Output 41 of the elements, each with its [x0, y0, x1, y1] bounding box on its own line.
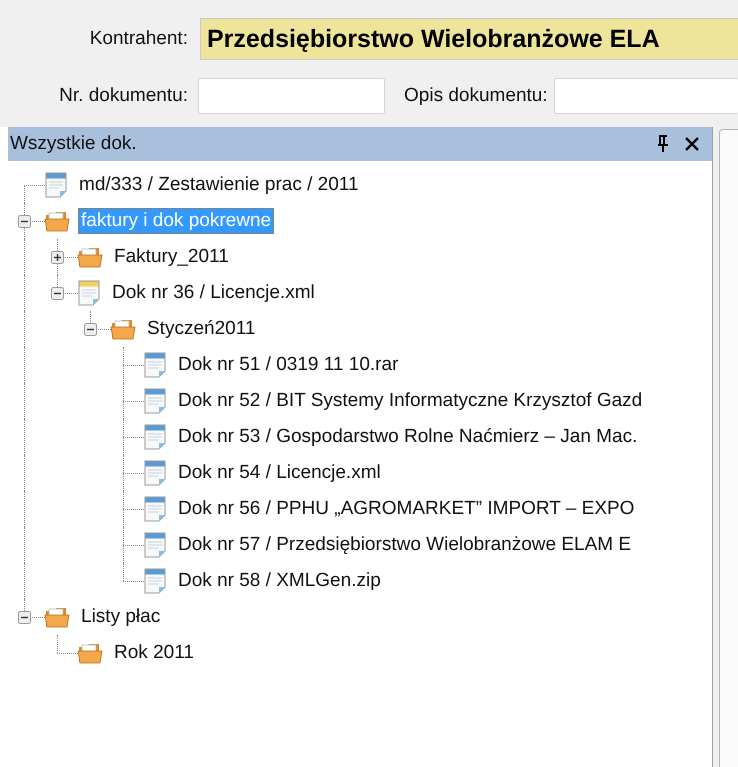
close-icon[interactable] — [684, 136, 700, 152]
document-number-label: Nr. dokumentu: — [58, 85, 188, 107]
document-description-field[interactable] — [554, 78, 738, 114]
expander-button[interactable] — [51, 251, 64, 264]
document-icon — [143, 532, 167, 558]
document-description-label: Opis dokumentu: — [404, 85, 548, 107]
document-icon — [143, 568, 167, 594]
contractor-label: Kontrahent: — [88, 28, 188, 50]
tree-item[interactable]: Dok nr 51 / 0319 11 10.rar — [175, 352, 402, 378]
contractor-field[interactable]: Przedsiębiorstwo Wielobranżowe ELA — [200, 18, 738, 60]
expander-button[interactable] — [18, 611, 31, 624]
tree-item[interactable]: Dok nr 57 / Przedsiębiorstwo Wielobranżowe ELAM E — [175, 532, 634, 558]
tree-item[interactable]: Listy płac — [78, 604, 164, 630]
document-icon — [143, 460, 167, 486]
document-icon — [143, 388, 167, 414]
tree-item[interactable]: md/333 / Zestawienie prac / 2011 — [76, 172, 362, 198]
folder-icon — [77, 245, 103, 269]
tree-item[interactable]: Dok nr 54 / Licencje.xml — [175, 460, 384, 486]
document-icon — [143, 496, 167, 522]
document-number-field[interactable] — [198, 78, 385, 114]
expander-button[interactable] — [18, 215, 31, 228]
document-icon — [143, 352, 167, 378]
expander-button[interactable] — [84, 323, 97, 336]
folder-icon — [110, 317, 136, 341]
tree-item[interactable]: Dok nr 36 / Licencje.xml — [109, 280, 318, 306]
expander-button[interactable] — [51, 287, 64, 300]
document-icon — [143, 424, 167, 450]
pin-icon[interactable] — [656, 135, 670, 153]
tree-item[interactable]: Faktury_2011 — [111, 244, 232, 270]
tree-item[interactable]: Dok nr 52 / BIT Systemy Informatyczne Krzysztof Gazd — [175, 388, 646, 414]
tree-item[interactable]: Styczeń2011 — [144, 316, 258, 342]
form-icon — [77, 280, 101, 306]
tree-item[interactable]: Dok nr 56 / PPHU „AGROMARKET” IMPORT – EXPO — [175, 496, 638, 522]
tree-item[interactable]: Rok 2011 — [111, 640, 197, 666]
folder-icon — [44, 209, 70, 233]
folder-icon — [44, 605, 70, 629]
tree-item[interactable]: Dok nr 58 / XMLGen.zip — [175, 568, 384, 594]
panel-title: Wszystkie dok. — [10, 133, 138, 155]
document-icon — [44, 172, 68, 198]
folder-icon — [77, 641, 103, 665]
tree-item[interactable]: Dok nr 53 / Gospodarstwo Rolne Naćmierz – Jan Mac. — [175, 424, 640, 450]
